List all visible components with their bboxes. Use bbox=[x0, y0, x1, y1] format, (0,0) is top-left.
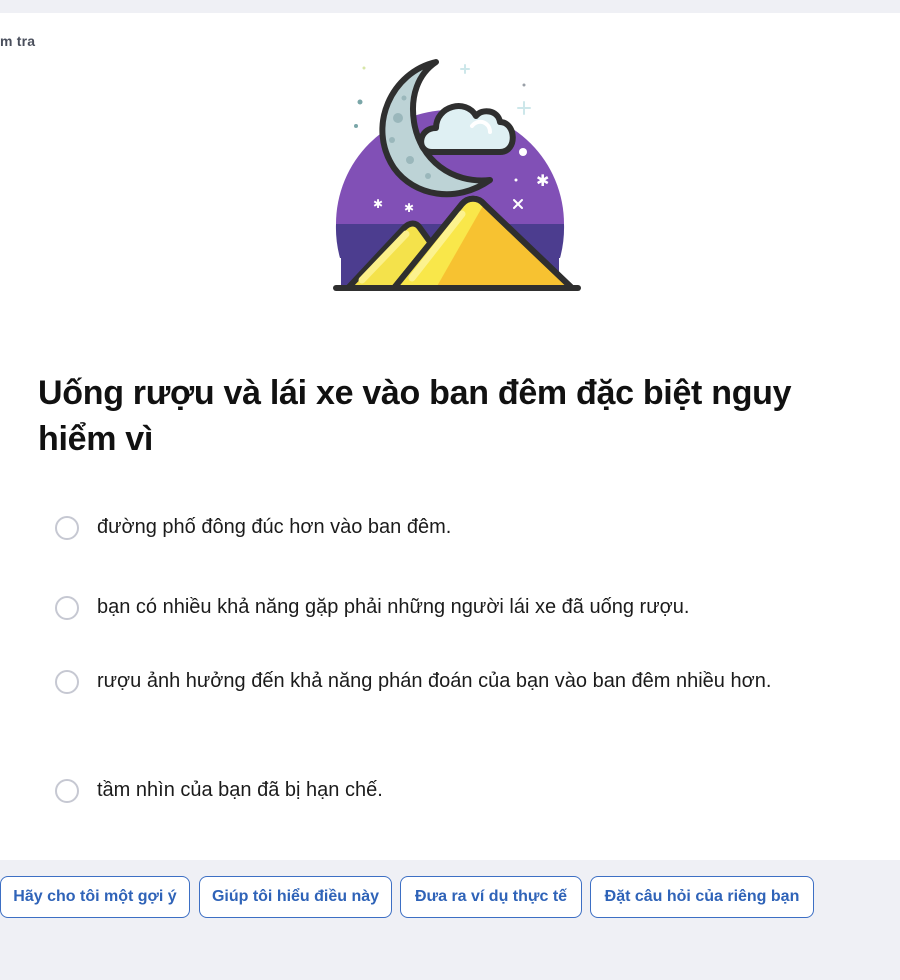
svg-text:✱: ✱ bbox=[404, 201, 414, 215]
radio-button[interactable] bbox=[55, 515, 79, 540]
breadcrumb: m tra bbox=[0, 33, 36, 49]
answer-option-label: tầm nhìn của bạn đã bị hạn chế. bbox=[97, 779, 383, 801]
question-text: Uống rượu và lái xe vào ban đêm đặc biệt… bbox=[38, 374, 792, 458]
hint-button[interactable]: Hãy cho tôi một gợi ý bbox=[0, 876, 190, 918]
night-mountain-moon-cloud-icon: ✱ ✱ ✱ bbox=[333, 59, 581, 291]
answer-option[interactable]: rượu ảnh hưởng đến khả năng phán đoán củ… bbox=[55, 664, 835, 699]
real-example-button[interactable]: Đưa ra ví dụ thực tế bbox=[400, 876, 582, 918]
radio-button[interactable] bbox=[55, 595, 79, 620]
svg-text:✱: ✱ bbox=[373, 197, 383, 211]
ask-own-question-button[interactable]: Đặt câu hỏi của riêng bạn bbox=[590, 876, 814, 918]
radio-button[interactable] bbox=[55, 778, 79, 803]
answer-option-label: đường phố đông đúc hơn vào ban đêm. bbox=[97, 516, 452, 538]
answer-option-label: rượu ảnh hưởng đến khả năng phán đoán củ… bbox=[97, 670, 772, 692]
explain-button[interactable]: Giúp tôi hiểu điều này bbox=[199, 876, 392, 918]
answer-option[interactable]: bạn có nhiều khả năng gặp phải những ngư… bbox=[55, 590, 835, 625]
answer-option[interactable]: tầm nhìn của bạn đã bị hạn chế. bbox=[55, 773, 835, 808]
radio-button[interactable] bbox=[55, 669, 79, 694]
answer-option[interactable]: đường phố đông đúc hơn vào ban đêm. bbox=[55, 510, 835, 545]
answer-option-label: bạn có nhiều khả năng gặp phải những ngư… bbox=[97, 596, 690, 618]
svg-text:✱: ✱ bbox=[536, 171, 549, 190]
